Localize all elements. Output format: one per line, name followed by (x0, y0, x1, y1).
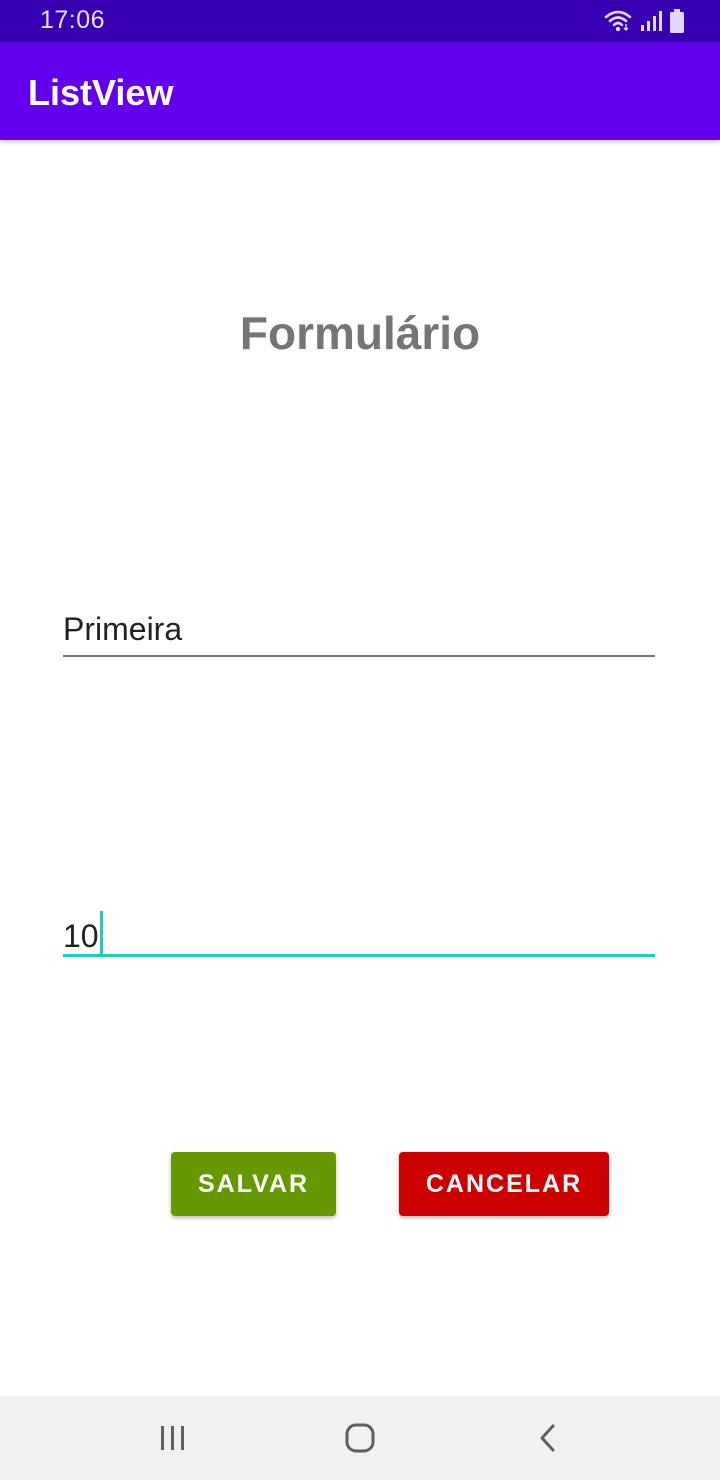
signal-icon (641, 11, 662, 31)
quantity-field[interactable]: 10 (63, 901, 655, 957)
home-icon (345, 1423, 375, 1453)
save-button[interactable]: SALVAR (171, 1152, 336, 1216)
text-cursor (99, 911, 103, 957)
quantity-field-underline (63, 954, 655, 957)
status-bar: 17:06 (0, 0, 720, 42)
recent-apps-button[interactable] (149, 1414, 197, 1462)
status-icons (604, 8, 684, 34)
navigation-bar (0, 1396, 720, 1480)
cancel-button[interactable]: CANCELAR (399, 1152, 609, 1216)
battery-icon (670, 9, 684, 33)
name-field-value[interactable]: Primeira (63, 611, 182, 648)
recent-apps-icon (161, 1426, 184, 1450)
name-field-underline (63, 655, 655, 657)
home-button[interactable] (336, 1414, 384, 1462)
quantity-field-value[interactable]: 10 (63, 918, 99, 954)
form-title: Formulário (239, 307, 481, 359)
app-bar: ListView (0, 42, 720, 140)
app-title: ListView (28, 72, 174, 113)
status-time: 17:06 (40, 6, 106, 34)
wifi-icon (604, 10, 632, 32)
quantity-field-text[interactable]: 10 (63, 911, 103, 957)
screen: 17:06 ListView Formulário Primeira 10 SA… (0, 0, 720, 1480)
back-button[interactable] (524, 1414, 572, 1462)
back-icon (540, 1424, 555, 1452)
name-field[interactable]: Primeira (63, 601, 655, 657)
